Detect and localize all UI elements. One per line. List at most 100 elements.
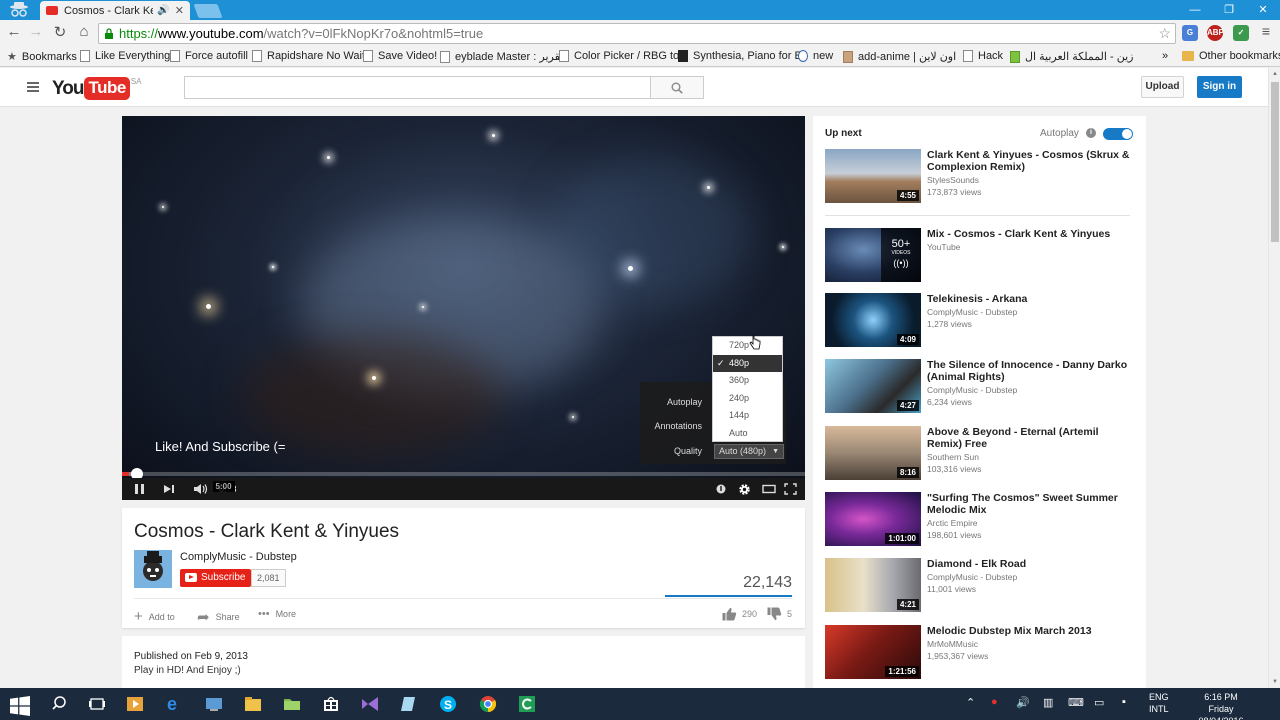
video-thumbnail[interactable]: 1:01:00 xyxy=(825,492,921,546)
dislike-button[interactable]: 5 xyxy=(767,607,792,621)
recommended-video[interactable]: 1:01:00 "Surfing The Cosmos" Sweet Summer… xyxy=(825,492,1135,548)
recommended-title[interactable]: Above & Beyond - Eternal (Artemil Remix)… xyxy=(927,426,1132,450)
upload-button[interactable]: Upload xyxy=(1141,76,1184,98)
recommended-title[interactable]: The Silence of Innocence - Danny Darko (… xyxy=(927,359,1132,383)
info-icon[interactable]: i xyxy=(1086,128,1096,138)
fullscreen-icon[interactable] xyxy=(784,483,797,495)
recommended-video[interactable]: 50+ VIDEOS ((•)) Mix - Cosmos - Clark Kent … xyxy=(825,228,1135,284)
recommended-video[interactable]: 4:55 Clark Kent & Yinyues - Cosmos (Skrux… xyxy=(825,149,1135,205)
input-language[interactable]: ENG INTL xyxy=(1149,691,1169,715)
visual-studio-icon[interactable] xyxy=(360,694,380,714)
action-center-icon[interactable]: ▭ xyxy=(1094,696,1104,709)
notepad-icon[interactable] xyxy=(399,694,419,714)
close-window-icon[interactable]: ✕ xyxy=(1246,0,1280,20)
chrome-menu-icon[interactable]: ≡ xyxy=(1256,23,1276,39)
recommended-title[interactable]: Melodic Dubstep Mix March 2013 xyxy=(927,625,1132,637)
guide-menu-icon[interactable] xyxy=(27,82,39,94)
task-view-icon[interactable] xyxy=(87,694,107,714)
recommended-title[interactable]: "Surfing The Cosmos" Sweet Summer Melodi… xyxy=(927,492,1132,516)
quality-option[interactable]: 720p xyxy=(713,337,782,355)
video-thumbnail[interactable]: 1:21:56 xyxy=(825,625,921,679)
scroll-thumb[interactable] xyxy=(1271,82,1279,242)
show-hidden-icons-icon[interactable]: ⌃ xyxy=(966,696,975,709)
video-thumbnail[interactable]: 4:21 xyxy=(825,558,921,612)
annotations-icon[interactable] xyxy=(716,483,726,495)
quality-option[interactable]: 360p xyxy=(713,372,782,390)
bookmark-item[interactable]: new xyxy=(798,50,833,62)
share-button[interactable]: ➦ Share xyxy=(197,608,240,626)
quality-option[interactable]: 144p xyxy=(713,407,782,425)
channel-avatar[interactable] xyxy=(134,550,172,588)
store-icon[interactable] xyxy=(321,694,341,714)
translate-extension-icon[interactable]: G xyxy=(1182,25,1198,41)
file-explorer-icon[interactable] xyxy=(243,694,263,714)
control-panel-icon[interactable] xyxy=(204,694,224,714)
next-icon[interactable] xyxy=(163,483,176,495)
bookmark-item[interactable]: زين - المملكة العربية ال xyxy=(1010,50,1134,63)
maximize-icon[interactable]: ❐ xyxy=(1212,0,1246,20)
bookmark-item[interactable]: Hack xyxy=(963,50,1003,62)
address-bar[interactable]: https://www.youtube.com/watch?v=0lFkNopK… xyxy=(98,23,1176,44)
search-icon[interactable] xyxy=(50,694,70,714)
quality-option[interactable]: ✓ 480p xyxy=(713,354,782,373)
video-thumbnail[interactable]: 4:55 xyxy=(825,149,921,203)
skype-icon[interactable]: S xyxy=(438,694,458,714)
youtube-logo[interactable]: You Tube SA xyxy=(52,77,142,100)
quality-option[interactable]: Auto xyxy=(713,425,782,443)
recommended-title[interactable]: Telekinesis - Arkana xyxy=(927,293,1132,305)
recommended-title[interactable]: Diamond - Elk Road xyxy=(927,558,1132,570)
minimize-icon[interactable]: — xyxy=(1178,0,1212,20)
back-icon[interactable]: ← xyxy=(4,23,24,40)
camtasia-icon[interactable] xyxy=(517,694,537,714)
bookmark-item[interactable]: eyblade Master : تقرير xyxy=(440,50,563,63)
bookmark-item[interactable]: Like Everything xyxy=(80,50,170,62)
search-button[interactable] xyxy=(651,76,704,99)
quality-select[interactable]: Auto (480p) ▼ xyxy=(714,444,784,459)
scroll-up-icon[interactable]: ▲ xyxy=(1272,71,1278,77)
scroll-down-icon[interactable]: ▼ xyxy=(1272,679,1278,685)
video-thumbnail[interactable]: 4:09 xyxy=(825,293,921,347)
sign-in-button[interactable]: Sign in xyxy=(1197,76,1242,98)
system-clock[interactable]: 6:16 PMFriday 08/04/2016 xyxy=(1186,691,1256,720)
bookmark-item[interactable]: Force autofill xyxy=(170,50,248,62)
edge-icon[interactable]: e xyxy=(165,694,185,714)
video-thumbnail[interactable]: 8:16 xyxy=(825,426,921,480)
bookmarks-overflow-icon[interactable]: » xyxy=(1162,50,1168,62)
network-tray-icon[interactable]: ▥ xyxy=(1043,696,1053,709)
other-bookmarks[interactable]: Other bookmarks xyxy=(1182,50,1280,62)
browser-tab[interactable]: Cosmos - Clark Kent & Yinyues 🔊 ✕ xyxy=(40,1,190,20)
forward-icon[interactable]: → xyxy=(26,23,46,40)
more-button[interactable]: ••• More xyxy=(258,608,296,620)
bookmark-item[interactable]: Synthesia, Piano for E xyxy=(678,50,802,62)
home-icon[interactable]: ⌂ xyxy=(74,23,94,40)
checker-extension-icon[interactable]: ✓ xyxy=(1233,25,1249,41)
video-player[interactable]: Like! And Subscribe (= Autoplay Annotati… xyxy=(122,116,805,500)
volume-icon[interactable] xyxy=(193,483,209,495)
bookmark-item[interactable]: add-anime | اون لاين xyxy=(843,50,956,63)
speaker-icon[interactable]: 🔊 xyxy=(157,5,169,16)
bookmark-item[interactable]: Color Picker / RBG to xyxy=(559,50,679,62)
tab-close-icon[interactable]: ✕ xyxy=(175,4,184,17)
theater-mode-icon[interactable] xyxy=(762,483,776,495)
bookmark-item[interactable]: ★ Bookmarks xyxy=(7,50,77,64)
recommended-title[interactable]: Clark Kent & Yinyues - Cosmos (Skrux & C… xyxy=(927,149,1132,173)
recommended-video[interactable]: 4:21 Diamond - Elk Road ComplyMusic - Dubs… xyxy=(825,558,1135,614)
autoplay-switch[interactable] xyxy=(1103,128,1133,140)
recommended-video[interactable]: 4:27 The Silence of Innocence - Danny Dar… xyxy=(825,359,1135,415)
adblock-extension-icon[interactable]: ABP xyxy=(1207,25,1224,41)
settings-gear-icon[interactable] xyxy=(738,483,751,496)
media-player-icon[interactable] xyxy=(125,694,145,714)
volume-tray-icon[interactable]: 🔊 xyxy=(1016,696,1030,709)
like-button[interactable]: 290 xyxy=(722,607,757,621)
bookmark-item[interactable]: Save Video! xyxy=(363,50,437,62)
channel-name[interactable]: ComplyMusic - Dubstep xyxy=(180,551,297,563)
reload-icon[interactable]: ↻ xyxy=(50,23,70,41)
search-input[interactable] xyxy=(184,76,651,99)
recommended-title[interactable]: Mix - Cosmos - Clark Kent & Yinyues xyxy=(927,228,1132,240)
progress-bar[interactable] xyxy=(122,472,805,476)
folder-icon[interactable] xyxy=(282,694,302,714)
quality-option[interactable]: 240p xyxy=(713,390,782,408)
page-scrollbar[interactable]: ▲ ▼ xyxy=(1268,68,1280,688)
windows-start-icon[interactable] xyxy=(10,696,30,716)
pause-icon[interactable] xyxy=(134,483,145,495)
